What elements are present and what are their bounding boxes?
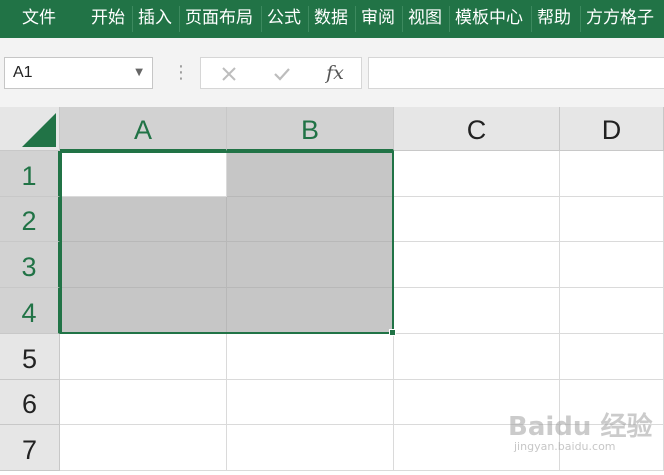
- cell-a2[interactable]: [60, 197, 227, 242]
- cell-a4[interactable]: [60, 288, 227, 334]
- cell-a1[interactable]: [60, 151, 227, 197]
- row-header-2[interactable]: 2: [0, 197, 60, 242]
- formula-bar: A1 ▼ ⋮ fx: [0, 38, 664, 108]
- cell-c1[interactable]: [394, 151, 560, 197]
- cell-c3[interactable]: [394, 242, 560, 288]
- cell-d5[interactable]: [560, 334, 664, 380]
- formula-buttons: fx: [200, 57, 362, 89]
- watermark-url: jingyan.baidu.com: [514, 440, 616, 453]
- insert-function-button[interactable]: fx: [315, 60, 355, 86]
- column-header-b[interactable]: B: [227, 107, 394, 151]
- cell-b2[interactable]: [227, 197, 394, 242]
- cell-b5[interactable]: [227, 334, 394, 380]
- tab-divider: [355, 6, 356, 32]
- chevron-down-icon[interactable]: ▼: [135, 67, 143, 78]
- column-header-c[interactable]: C: [394, 107, 560, 151]
- row-header-7[interactable]: 7: [0, 425, 60, 471]
- tab-help[interactable]: 帮助: [537, 0, 571, 38]
- cell-b6[interactable]: [227, 380, 394, 425]
- cell-d4[interactable]: [560, 288, 664, 334]
- ribbon-tab-bar: 文件 开始 插入 页面布局 公式 数据 审阅 视图 模板中心 帮助 方方格子: [0, 0, 664, 38]
- checkmark-icon[interactable]: [262, 60, 302, 86]
- vertical-dots-icon[interactable]: ⋮: [172, 60, 190, 86]
- row-header-4[interactable]: 4: [0, 288, 60, 334]
- cancel-x-icon[interactable]: [209, 60, 249, 86]
- tab-review[interactable]: 审阅: [361, 0, 395, 38]
- tab-divider: [261, 6, 262, 32]
- tab-formulas[interactable]: 公式: [267, 0, 301, 38]
- tab-divider: [531, 6, 532, 32]
- cell-a5[interactable]: [60, 334, 227, 380]
- cell-d1[interactable]: [560, 151, 664, 197]
- row-header-5[interactable]: 5: [0, 334, 60, 380]
- baidu-jingyan-watermark: Baidu 经验 jingyan.baidu.com: [508, 398, 658, 458]
- cell-c5[interactable]: [394, 334, 560, 380]
- tab-divider: [580, 6, 581, 32]
- row-header-3[interactable]: 3: [0, 242, 60, 288]
- cell-d2[interactable]: [560, 197, 664, 242]
- tab-template-center[interactable]: 模板中心: [455, 0, 523, 38]
- tab-divider: [179, 6, 180, 32]
- column-header-d[interactable]: D: [560, 107, 664, 151]
- row-header-1[interactable]: 1: [0, 151, 60, 197]
- cell-d3[interactable]: [560, 242, 664, 288]
- cell-b3[interactable]: [227, 242, 394, 288]
- fx-icon: fx: [326, 62, 344, 84]
- column-header-a[interactable]: A: [60, 107, 227, 151]
- tab-divider: [402, 6, 403, 32]
- cell-a3[interactable]: [60, 242, 227, 288]
- tab-divider: [132, 6, 133, 32]
- cell-c4[interactable]: [394, 288, 560, 334]
- row-header-6[interactable]: 6: [0, 380, 60, 425]
- cell-a6[interactable]: [60, 380, 227, 425]
- tab-data[interactable]: 数据: [314, 0, 348, 38]
- tab-view[interactable]: 视图: [408, 0, 442, 38]
- tab-divider: [308, 6, 309, 32]
- tab-fangfang-gezi[interactable]: 方方格子: [586, 0, 654, 38]
- tab-home[interactable]: 开始: [91, 0, 125, 38]
- name-box[interactable]: A1 ▼: [4, 57, 153, 89]
- tab-page-layout[interactable]: 页面布局: [185, 0, 253, 38]
- cell-b4[interactable]: [227, 288, 394, 334]
- formula-input[interactable]: [368, 57, 664, 89]
- name-box-value: A1: [13, 64, 33, 81]
- select-all-button[interactable]: [0, 107, 60, 151]
- tab-insert[interactable]: 插入: [138, 0, 172, 38]
- tab-file[interactable]: 文件: [22, 0, 56, 38]
- cell-b1[interactable]: [227, 151, 394, 197]
- watermark-text: Baidu 经验: [508, 412, 653, 442]
- cell-c2[interactable]: [394, 197, 560, 242]
- fill-handle[interactable]: [389, 329, 396, 336]
- cell-a7[interactable]: [60, 425, 227, 471]
- cell-b7[interactable]: [227, 425, 394, 471]
- tab-divider: [449, 6, 450, 32]
